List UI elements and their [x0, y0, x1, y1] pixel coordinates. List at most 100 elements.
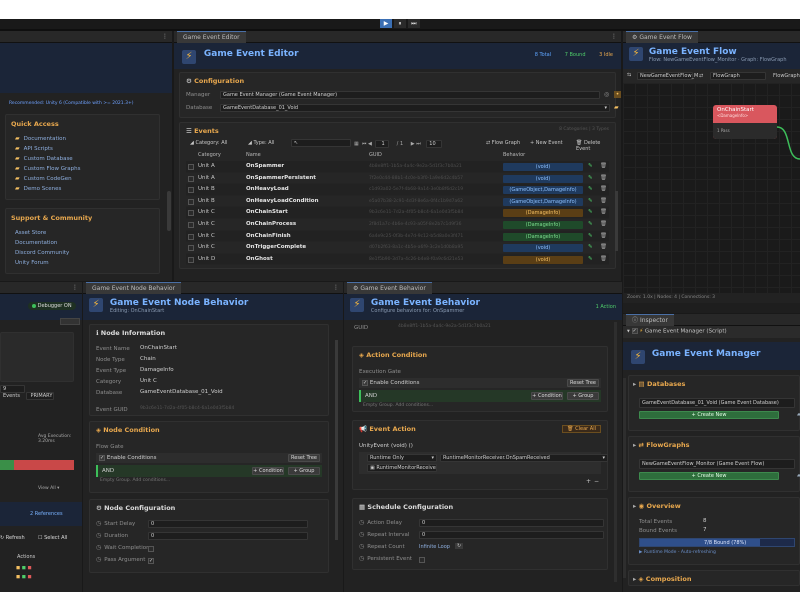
quick-access-item[interactable]: ▰ Custom Flow Graphs [11, 164, 154, 174]
tab-events[interactable]: 9 Events [0, 385, 25, 399]
trash-icon[interactable]: 🗑 [600, 242, 607, 254]
row-checkbox[interactable] [188, 198, 194, 205]
add-group-button[interactable]: + Group [288, 467, 320, 475]
chevron-right-icon[interactable]: ▸ [633, 575, 636, 583]
enable-conditions-checkbox[interactable]: ✓ [362, 379, 368, 386]
support-link[interactable]: Unity Forum [11, 258, 154, 268]
quick-access-item[interactable]: ▰ Custom Database [11, 154, 154, 164]
database-entry[interactable]: GameEventDatabase_01_Void (Game Event Da… [639, 398, 795, 408]
edit-icon[interactable]: ✎ [588, 196, 593, 208]
trash-icon[interactable]: 🗑 [600, 254, 607, 266]
page-input[interactable]: 1 [375, 140, 390, 148]
graph-select[interactable]: FlowGraph [710, 72, 766, 80]
behavior-badge[interactable]: (void) [503, 244, 583, 253]
edit-icon[interactable]: ✎ [588, 231, 593, 243]
target-icon[interactable]: ◎ [604, 91, 609, 98]
tab-game-event-flow[interactable]: ⚙ Game Event Flow [626, 31, 698, 43]
row-checkbox[interactable] [188, 256, 194, 263]
method-select[interactable]: RuntimeMonitorReceiver.OnSpamReceived ▾ [440, 454, 608, 462]
and-operator[interactable]: AND [365, 393, 377, 399]
config-checkbox[interactable] [148, 546, 154, 552]
runtime-mode-select[interactable]: Runtime Only ▾ [367, 454, 437, 462]
edit-icon[interactable]: ✎ [588, 207, 593, 219]
persistent-checkbox[interactable] [419, 557, 425, 563]
table-row[interactable]: Unit C OnChainProcess 2f8d1a7c-4b6e-4c93-a… [186, 219, 609, 231]
behavior-badge[interactable]: (DamageInfo) [503, 232, 583, 241]
tab-primary[interactable]: PRIMARY [26, 392, 55, 400]
table-row[interactable]: Unit A OnSpammerPersistent 7f2e0c44-88b1-4… [186, 173, 609, 185]
flow-graph-button[interactable]: ⇄ Flow Graph [486, 140, 520, 146]
table-row[interactable]: Unit C OnTriggerComplete d07b2f63-8a1c-4b5… [186, 242, 609, 254]
quick-access-item[interactable]: ▰ Demo Scenes [11, 184, 154, 194]
menu-dots-icon[interactable]: ⋮ [72, 282, 78, 294]
create-new-database-button[interactable]: + Create New [639, 411, 779, 419]
table-row[interactable]: Unit D OnGhost 8e1f5b90-3d7a-4c26-b4e8-f0a… [186, 253, 609, 266]
expand-icon[interactable]: ▾ [627, 329, 630, 335]
step-button[interactable]: ⏭ [407, 19, 420, 28]
play-button[interactable]: ▶ [380, 19, 392, 28]
menu-dots-icon[interactable]: ⋮ [162, 31, 168, 43]
behavior-badge[interactable]: (void) [503, 163, 583, 171]
manager-field[interactable]: Game Event Manager (Game Event Manager) [220, 91, 600, 99]
search-input[interactable]: ↖ [291, 139, 351, 147]
add-condition-button[interactable]: + Condition [531, 392, 563, 400]
debugger-toggle[interactable]: Debugger ON [28, 302, 76, 310]
enable-conditions-checkbox[interactable]: ✓ [99, 454, 105, 461]
menu-dots-icon[interactable]: ⋮ [611, 31, 617, 43]
target-object-field[interactable]: ▣ RuntimeMonitorReceive [367, 464, 437, 472]
menu-dots-icon[interactable]: ⋮ [333, 282, 339, 294]
clear-all-button[interactable]: 🗑 Clear All [562, 425, 601, 433]
create-new-flowgraph-button[interactable]: + Create New [639, 472, 779, 480]
schedule-value-field[interactable]: 0 [419, 531, 604, 539]
table-row[interactable]: Unit C OnChainStart 9b3c6e11-7d2a-4f05-b8c… [186, 207, 609, 219]
next-page-icon[interactable]: ▶ [411, 141, 415, 147]
add-condition-button[interactable]: + Condition [252, 467, 284, 475]
editor-scrollbar[interactable] [615, 191, 618, 251]
row-checkbox[interactable] [188, 164, 194, 170]
table-row[interactable]: Unit C OnChainFinish 6a4e9c25-0f3b-4e7d-9c… [186, 230, 609, 243]
config-value-field[interactable]: 0 [148, 520, 308, 528]
chevron-right-icon[interactable]: ▸ [633, 441, 636, 449]
edit-icon[interactable]: ✎ [588, 254, 593, 266]
trash-icon[interactable]: 🗑 [600, 207, 607, 219]
quick-access-item[interactable]: ▰ Custom CodeGen [11, 174, 154, 184]
quick-access-item[interactable]: ▰ API Scripts [11, 144, 154, 154]
support-link[interactable]: Asset Store [11, 228, 154, 238]
repeat-count-value[interactable]: Infinite Loop [419, 544, 450, 550]
trash-icon[interactable]: 🗑 [600, 161, 607, 173]
prev-page-icon[interactable]: ◀ [368, 141, 372, 147]
row-checkbox[interactable] [188, 175, 194, 182]
behavior-badge[interactable]: (GameObject,DamageInfo) [503, 186, 583, 195]
table-row[interactable]: Unit B OnHeavyLoadCondition e5a07b38-2c91-… [186, 196, 609, 208]
trash-icon[interactable]: 🗑 [600, 196, 607, 208]
inspector-scrollbar[interactable] [623, 378, 626, 578]
config-value-field[interactable]: 0 [148, 532, 308, 540]
component-enabled-checkbox[interactable]: ✓ [631, 328, 638, 334]
behavior-badge[interactable]: (void) [503, 255, 583, 264]
row-checkbox[interactable] [188, 233, 194, 240]
last-page-icon[interactable]: ⏭ [416, 141, 421, 147]
and-operator[interactable]: AND [102, 468, 114, 474]
remove-listener-button[interactable]: − [594, 478, 599, 485]
add-listener-button[interactable]: + [586, 478, 591, 485]
tab-game-event-editor[interactable]: Game Event Editor [177, 31, 246, 43]
node-behavior-scrollbar[interactable] [335, 340, 338, 540]
pause-button[interactable]: ⏸ [393, 19, 406, 28]
edit-icon[interactable]: ✎ [588, 161, 593, 173]
behavior-badge[interactable]: (GameObject,DamageInfo) [503, 197, 583, 206]
table-row[interactable]: Unit A OnSpammer 4b8e8ff1-1b5a-4a4c-9e2a-5… [186, 161, 609, 173]
trash-icon[interactable]: 🗑 [600, 231, 607, 243]
ping-icon[interactable]: • [614, 91, 621, 98]
view-all-button[interactable]: View All ▾ [38, 486, 59, 491]
edit-icon[interactable]: ✎ [588, 219, 593, 231]
category-filter[interactable]: ◢ Category: All [190, 140, 227, 146]
select-all-button[interactable]: ☐ Select All [38, 535, 67, 541]
edit-icon[interactable]: ✎ [588, 184, 593, 196]
left-scrollbar[interactable] [167, 191, 171, 231]
config-checkbox[interactable]: ✓ [148, 558, 154, 564]
row-checkbox[interactable] [188, 187, 194, 194]
flow-select[interactable]: NewGameEventFlow_M [637, 72, 698, 80]
edit-icon[interactable]: ✎ [588, 173, 593, 185]
behavior-badge[interactable]: (DamageInfo) [503, 209, 583, 218]
chevron-right-icon[interactable]: ▸ [633, 380, 636, 388]
